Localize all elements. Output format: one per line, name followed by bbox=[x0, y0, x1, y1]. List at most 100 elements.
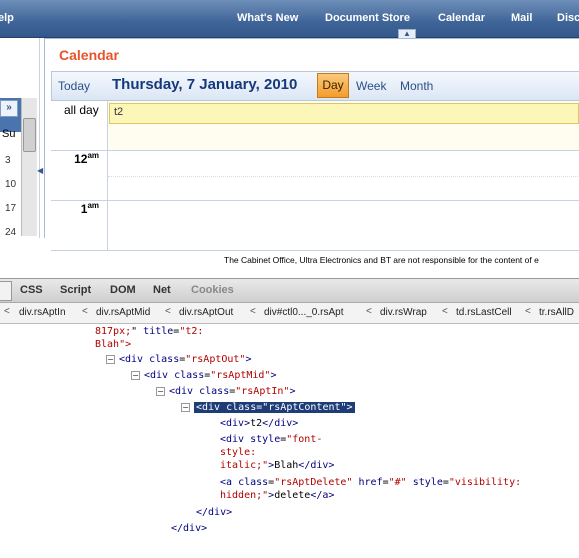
attr-value: "rsAptContent" bbox=[262, 402, 347, 413]
html-line: hidden;">delete</a> bbox=[220, 489, 334, 502]
today-button[interactable]: Today bbox=[58, 79, 90, 93]
attr-name: class bbox=[174, 370, 205, 381]
breadcrumb-item[interactable]: div#ctl0..._0.rsApt bbox=[264, 307, 343, 318]
html-tag: </a> bbox=[310, 490, 335, 501]
html-text: delete bbox=[274, 490, 311, 501]
attr-value: "rsAptIn" bbox=[235, 386, 290, 397]
html-text: " bbox=[131, 326, 144, 337]
attr-value: "font- bbox=[286, 434, 323, 445]
html-tag: > bbox=[245, 354, 252, 365]
day-view-button[interactable]: Day bbox=[317, 73, 349, 98]
attr-value: style: bbox=[220, 447, 257, 458]
tab-script[interactable]: Script bbox=[60, 284, 91, 296]
month-view-button[interactable]: Month bbox=[400, 79, 433, 93]
html-line: Blah"> bbox=[95, 338, 131, 351]
breadcrumb-item[interactable]: div.rsAptIn bbox=[19, 307, 66, 318]
breadcrumb-separator: < bbox=[165, 306, 171, 317]
collapse-toggle-icon[interactable]: − bbox=[131, 370, 140, 380]
hour-ampm: am bbox=[87, 151, 99, 160]
top-navigation-bar: elp What's New Document Store Calendar M… bbox=[0, 0, 579, 39]
breadcrumb-separator: < bbox=[4, 306, 10, 317]
tab-net[interactable]: Net bbox=[153, 284, 171, 296]
mini-calendar-day[interactable]: 10 bbox=[5, 179, 16, 190]
time-slot[interactable] bbox=[108, 151, 579, 201]
attr-name: href bbox=[358, 477, 383, 488]
scrollbar-thumb[interactable] bbox=[23, 118, 36, 152]
mini-calendar-day[interactable]: 17 bbox=[5, 203, 16, 214]
attr-value: Blah"> bbox=[95, 339, 132, 350]
breadcrumb-item[interactable]: div.rsAptOut bbox=[179, 307, 233, 318]
collapse-toggle-icon[interactable]: − bbox=[106, 354, 115, 364]
caret-up-icon: ▲ bbox=[403, 29, 411, 38]
breadcrumb-separator: < bbox=[366, 306, 372, 317]
calendar-toolbar: Today Thursday, 7 January, 2010 Day Week… bbox=[51, 71, 579, 101]
breadcrumb-separator: < bbox=[82, 306, 88, 317]
html-node[interactable]: <div>t2</div> bbox=[220, 417, 298, 430]
html-tag: <div bbox=[169, 386, 200, 397]
calendar-panel: Calendar Today Thursday, 7 January, 2010… bbox=[44, 38, 579, 251]
attr-value: italic;" bbox=[220, 460, 269, 471]
html-node[interactable]: <a class="rsAptDelete" href="#" style="v… bbox=[220, 476, 521, 489]
attr-name: class bbox=[238, 477, 269, 488]
tab-css[interactable]: CSS bbox=[20, 284, 43, 296]
html-line: 817px;" title="t2: bbox=[95, 325, 203, 338]
html-line: italic;">Blah</div> bbox=[220, 459, 334, 472]
breadcrumb-item[interactable]: tr.rsAllD bbox=[539, 307, 574, 318]
mini-calendar-scrollbar[interactable] bbox=[21, 98, 37, 236]
attr-value: "visibility: bbox=[448, 477, 522, 488]
nav-item-calendar[interactable]: Calendar bbox=[438, 12, 485, 24]
day-header-sunday: Su bbox=[2, 128, 16, 140]
html-node[interactable]: <div style="font- bbox=[220, 433, 322, 446]
attr-name: class bbox=[199, 386, 230, 397]
html-tag: > bbox=[289, 386, 296, 397]
html-tag: <div bbox=[196, 402, 227, 413]
tab-dom[interactable]: DOM bbox=[110, 284, 136, 296]
appointment[interactable]: t2 bbox=[109, 103, 579, 124]
nav-item-discussions[interactable]: Disc bbox=[557, 12, 579, 24]
html-node[interactable]: − <div class="rsAptIn"> bbox=[156, 385, 295, 398]
html-tag: <div bbox=[220, 434, 251, 445]
all-day-row[interactable]: t2 bbox=[108, 101, 579, 151]
inspect-button[interactable] bbox=[0, 281, 12, 301]
tab-cookies[interactable]: Cookies bbox=[191, 284, 234, 296]
nav-item-help[interactable]: elp bbox=[0, 12, 14, 24]
breadcrumb-item[interactable]: div.rsWrap bbox=[380, 307, 427, 318]
html-close-tag: </div> bbox=[196, 506, 232, 519]
attr-name: class bbox=[226, 402, 257, 413]
breadcrumb-item[interactable]: div.rsAptMid bbox=[96, 307, 150, 318]
attr-name: title bbox=[143, 326, 174, 337]
nav-item-document-store[interactable]: Document Store bbox=[325, 12, 410, 24]
collapse-toggle-icon[interactable]: − bbox=[181, 402, 190, 412]
hour-number: 12 bbox=[74, 152, 88, 166]
nav-item-mail[interactable]: Mail bbox=[511, 12, 532, 24]
mini-calendar-day[interactable]: 3 bbox=[5, 155, 11, 166]
week-view-button[interactable]: Week bbox=[356, 79, 386, 93]
attr-value: "t2: bbox=[179, 326, 204, 337]
html-tag: <a bbox=[220, 477, 239, 488]
html-inspector-panel: 817px;" title="t2: Blah"> − <div class="r… bbox=[0, 324, 579, 538]
mini-calendar-day[interactable]: 24 bbox=[5, 227, 16, 238]
html-node[interactable]: − <div class="rsAptOut"> bbox=[106, 353, 252, 366]
attr-name: style bbox=[412, 477, 443, 488]
collapse-arrow-icon[interactable]: ◀ bbox=[37, 166, 43, 175]
html-node-selected[interactable]: − <div class="rsAptContent"> bbox=[181, 401, 355, 414]
firebug-toolbar: CSS Script DOM Net Cookies bbox=[0, 278, 579, 303]
breadcrumb-item[interactable]: td.rsLastCell bbox=[456, 307, 512, 318]
nav-item-whats-new[interactable]: What's New bbox=[237, 12, 298, 24]
breadcrumb-separator: < bbox=[525, 306, 531, 317]
breadcrumb-separator: < bbox=[250, 306, 256, 317]
all-day-label: all day bbox=[51, 101, 108, 151]
html-node[interactable]: − <div class="rsAptMid"> bbox=[131, 369, 277, 382]
html-tag: <div bbox=[119, 354, 150, 365]
selected-node[interactable]: <div class="rsAptContent"> bbox=[194, 402, 355, 413]
attr-name: style bbox=[250, 434, 281, 445]
attr-value: "rsAptMid" bbox=[210, 370, 271, 381]
collapse-toggle-icon[interactable]: − bbox=[156, 386, 165, 396]
next-month-button[interactable]: » bbox=[0, 100, 18, 117]
breadcrumb: < div.rsAptIn < div.rsAptMid < div.rsApt… bbox=[0, 303, 579, 324]
html-tag: > bbox=[346, 402, 353, 413]
time-slot[interactable] bbox=[108, 201, 579, 251]
html-tag: </div> bbox=[262, 418, 299, 429]
html-tag: <div> bbox=[220, 418, 251, 429]
html-text: Blah bbox=[274, 460, 299, 471]
